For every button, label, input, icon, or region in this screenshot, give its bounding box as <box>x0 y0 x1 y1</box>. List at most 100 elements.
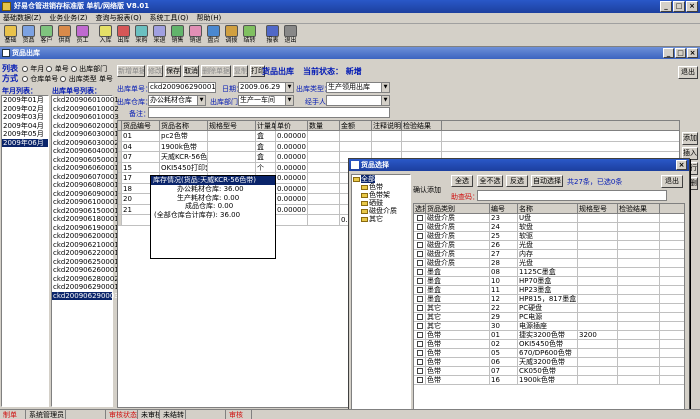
goods-cell[interactable] <box>618 232 660 240</box>
tree-node[interactable]: 全部 <box>352 175 410 183</box>
table-cell[interactable] <box>372 131 402 141</box>
goods-select-cell[interactable] <box>414 322 426 330</box>
table-cell[interactable] <box>308 152 340 162</box>
month-list-item[interactable]: 2009年04月 <box>2 122 48 131</box>
table-cell[interactable] <box>308 183 340 193</box>
goods-cell[interactable]: 11 <box>490 286 518 294</box>
goods-column-header[interactable]: 名称 <box>518 204 578 213</box>
menu-help[interactable]: 帮助(H) <box>197 13 222 23</box>
row-checkbox[interactable] <box>417 224 423 230</box>
goods-column-header[interactable]: 选择 <box>414 204 426 213</box>
goods-cell[interactable] <box>578 376 618 384</box>
remark-field[interactable] <box>148 107 390 118</box>
order-list-item[interactable]: ckd200906030002 <box>52 139 119 148</box>
order-list-item[interactable]: ckd200906070001 <box>52 173 119 182</box>
goods-row[interactable]: 磁盘介质 23 U盘 <box>414 214 684 223</box>
row-checkbox[interactable] <box>417 305 423 311</box>
order-list-item[interactable]: ckd200906200001 <box>52 232 119 241</box>
row-checkbox[interactable] <box>417 287 423 293</box>
goods-select-cell[interactable] <box>414 232 426 240</box>
goods-select-cell[interactable] <box>414 349 426 357</box>
goods-cell[interactable] <box>618 250 660 258</box>
goods-cell[interactable]: OKI5450色带 <box>518 340 578 348</box>
dialog-exit-button[interactable]: 退出 <box>661 175 683 188</box>
table-cell[interactable]: 15 <box>122 162 160 172</box>
order-list-item[interactable]: ckd200906190001 <box>52 224 119 233</box>
goods-column-header[interactable]: 规格型号 <box>578 204 618 213</box>
grid-column-header[interactable]: 货品编号 <box>122 121 160 130</box>
goods-cell[interactable]: 软驱 <box>518 232 578 240</box>
table-cell[interactable]: 盒 <box>256 141 276 151</box>
goods-cell[interactable] <box>578 367 618 375</box>
grid-column-header[interactable]: 数量 <box>308 121 340 130</box>
goods-select-cell[interactable] <box>414 259 426 267</box>
goods-row[interactable]: 色带 16 1900k色带 <box>414 376 684 385</box>
handler-select[interactable]: ▼ <box>326 95 390 106</box>
order-list-item[interactable]: ckd200906010001 <box>52 96 119 105</box>
dept-dropdown-icon[interactable]: ▼ <box>285 96 293 105</box>
goods-row[interactable]: 墨盒 11 HP23墨盒 <box>414 286 684 295</box>
goods-cell[interactable] <box>578 295 618 303</box>
goods-cell[interactable]: HP23墨盒 <box>518 286 578 294</box>
goods-row[interactable]: 墨盒 12 HP815，817墨盒 <box>414 295 684 304</box>
toolbar-button-employee[interactable]: 员工 <box>74 25 91 46</box>
goods-cell[interactable]: 其它 <box>426 313 490 321</box>
goods-cell[interactable] <box>578 232 618 240</box>
goods-cell[interactable]: 色带 <box>426 376 490 384</box>
dialog-close-button[interactable]: × <box>676 160 687 170</box>
edit-button[interactable]: 修改 <box>147 65 163 77</box>
table-cell[interactable] <box>402 141 442 151</box>
goods-select-cell[interactable] <box>414 376 426 384</box>
toolbar-button-purchase-return[interactable]: 采退 <box>151 25 168 46</box>
tree-node[interactable]: 硒鼓 <box>352 199 410 207</box>
menu-base[interactable]: 基础数据(Z) <box>3 13 41 23</box>
goods-row[interactable]: 磁盘介质 28 光盘 <box>414 259 684 268</box>
goods-row[interactable]: 其它 22 PC硬盘 <box>414 304 684 313</box>
goods-cell[interactable]: 06 <box>490 358 518 366</box>
goods-cell[interactable]: 23 <box>490 214 518 222</box>
toolbar-button-carryover[interactable]: 结转 <box>241 25 258 46</box>
goods-cell[interactable] <box>618 241 660 249</box>
goods-select-cell[interactable] <box>414 277 426 285</box>
goods-cell[interactable] <box>618 295 660 303</box>
goods-cell[interactable]: 29 <box>490 313 518 321</box>
table-cell[interactable]: 01 <box>122 131 160 141</box>
goods-select-cell[interactable] <box>414 286 426 294</box>
toolbar-button-customer[interactable]: 客户 <box>38 25 55 46</box>
goods-cell[interactable]: U盘 <box>518 214 578 222</box>
table-cell[interactable]: OKI5450打印套简 <box>160 162 208 172</box>
goods-cell[interactable] <box>618 331 660 339</box>
goods-cell[interactable]: 墨盒 <box>426 295 490 303</box>
order-list-item[interactable]: ckd200906010002 <box>52 105 119 114</box>
goods-cell[interactable]: PC硬盘 <box>518 304 578 312</box>
goods-select-cell[interactable] <box>414 223 426 231</box>
goods-cell[interactable]: 30 <box>490 322 518 330</box>
goods-cell[interactable]: 软盘 <box>518 223 578 231</box>
goods-cell[interactable] <box>618 358 660 366</box>
table-cell[interactable]: pc2色带 <box>160 131 208 141</box>
goods-cell[interactable]: 磁盘介质 <box>426 241 490 249</box>
toolbar-button-sales[interactable]: 销售 <box>169 25 186 46</box>
goods-cell[interactable]: 07 <box>490 367 518 375</box>
goods-cell[interactable] <box>578 214 618 222</box>
goods-cell[interactable] <box>618 286 660 294</box>
menu-business[interactable]: 业务业务(Z) <box>49 13 87 23</box>
order-list-item[interactable]: ckd200906060001 <box>52 164 119 173</box>
goods-cell[interactable]: 1125C墨盒 <box>518 268 578 276</box>
form-close-button[interactable]: × <box>687 48 698 58</box>
handler-dropdown-icon[interactable]: ▼ <box>381 96 389 105</box>
goods-cell[interactable] <box>618 304 660 312</box>
goods-cell[interactable]: 05 <box>490 349 518 357</box>
goods-select-cell[interactable] <box>414 304 426 312</box>
goods-cell[interactable] <box>578 340 618 348</box>
save-button[interactable]: 保存 <box>165 65 181 77</box>
calendar-dropdown-icon[interactable]: ▼ <box>285 83 293 92</box>
goods-cell[interactable]: 25 <box>490 232 518 240</box>
table-cell[interactable]: 个 <box>256 162 276 172</box>
table-cell[interactable]: 04 <box>122 141 160 151</box>
table-cell[interactable]: 0.00000 <box>276 173 308 183</box>
maximize-button[interactable]: □ <box>673 1 685 12</box>
goods-cell[interactable] <box>578 259 618 267</box>
goods-select-cell[interactable] <box>414 313 426 321</box>
order-list-item[interactable]: ckd200906090001 <box>52 190 119 199</box>
